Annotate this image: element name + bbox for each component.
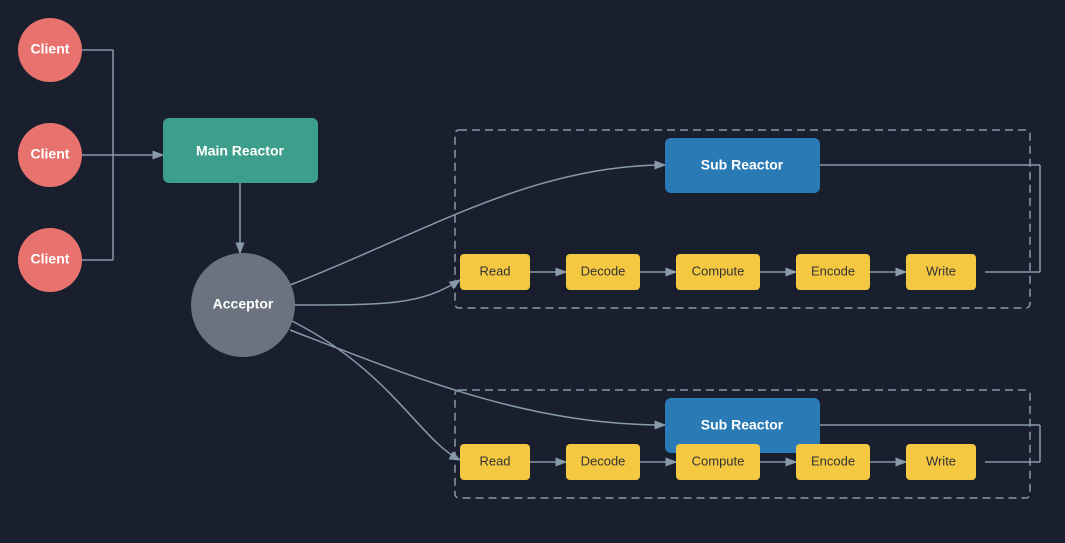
sub-reactor1-node: [665, 138, 820, 193]
compute2-label: Compute: [692, 453, 745, 468]
diagram-canvas: Client Client Client Main Reactor Accept…: [0, 0, 1065, 543]
client1-node: [18, 18, 82, 82]
client2-node: [18, 123, 82, 187]
read2-label: Read: [479, 453, 510, 468]
client3-node: [18, 228, 82, 292]
write2-label: Write: [926, 453, 956, 468]
encode2-label: Encode: [811, 453, 855, 468]
encode1-label: Encode: [811, 263, 855, 278]
decode1-label: Decode: [581, 263, 626, 278]
main-reactor-node: [163, 118, 318, 183]
write1-label: Write: [926, 263, 956, 278]
read1-label: Read: [479, 263, 510, 278]
decode2-label: Decode: [581, 453, 626, 468]
acceptor-node: [191, 253, 295, 357]
compute1-label: Compute: [692, 263, 745, 278]
